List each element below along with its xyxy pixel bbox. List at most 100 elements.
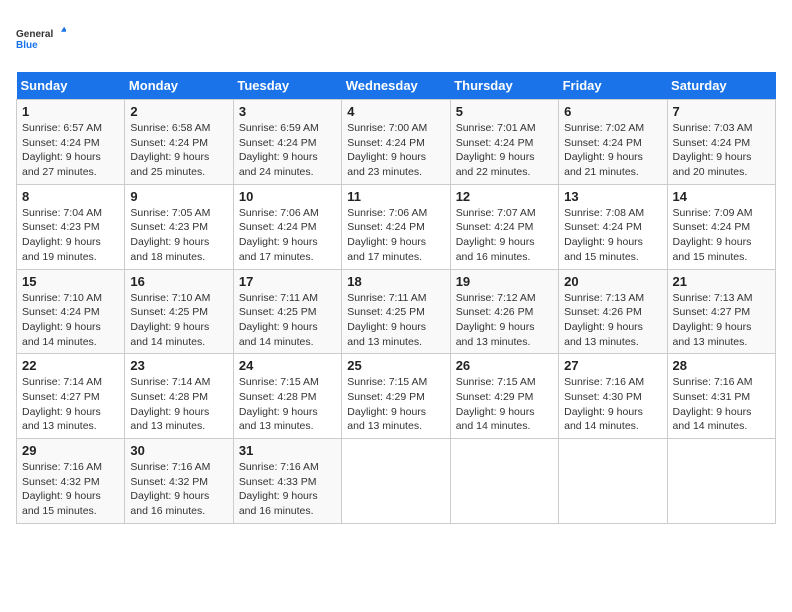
day-header-wednesday: Wednesday: [342, 72, 450, 100]
sunset-text: Sunset: 4:24 PM: [456, 220, 553, 235]
sunset-text: Sunset: 4:24 PM: [564, 136, 661, 151]
daylight-text: Daylight: 9 hours and 16 minutes.: [456, 235, 553, 264]
day-info: Sunrise: 7:06 AM Sunset: 4:24 PM Dayligh…: [347, 206, 444, 265]
sunset-text: Sunset: 4:33 PM: [239, 475, 336, 490]
sunrise-text: Sunrise: 7:06 AM: [239, 206, 336, 221]
svg-text:Blue: Blue: [16, 40, 38, 51]
sunset-text: Sunset: 4:26 PM: [564, 305, 661, 320]
daylight-text: Daylight: 9 hours and 17 minutes.: [347, 235, 444, 264]
day-info: Sunrise: 7:14 AM Sunset: 4:28 PM Dayligh…: [130, 375, 227, 434]
day-number: 27: [564, 358, 661, 373]
day-info: Sunrise: 7:15 AM Sunset: 4:28 PM Dayligh…: [239, 375, 336, 434]
calendar-cell: 28 Sunrise: 7:16 AM Sunset: 4:31 PM Dayl…: [667, 354, 775, 439]
day-number: 16: [130, 274, 227, 289]
daylight-text: Daylight: 9 hours and 19 minutes.: [22, 235, 119, 264]
day-info: Sunrise: 7:03 AM Sunset: 4:24 PM Dayligh…: [673, 121, 770, 180]
sunset-text: Sunset: 4:24 PM: [347, 220, 444, 235]
day-header-tuesday: Tuesday: [233, 72, 341, 100]
calendar-cell: 2 Sunrise: 6:58 AM Sunset: 4:24 PM Dayli…: [125, 100, 233, 185]
sunrise-text: Sunrise: 7:10 AM: [130, 291, 227, 306]
day-info: Sunrise: 6:58 AM Sunset: 4:24 PM Dayligh…: [130, 121, 227, 180]
sunset-text: Sunset: 4:25 PM: [130, 305, 227, 320]
daylight-text: Daylight: 9 hours and 13 minutes.: [130, 405, 227, 434]
calendar-cell: 1 Sunrise: 6:57 AM Sunset: 4:24 PM Dayli…: [17, 100, 125, 185]
sunset-text: Sunset: 4:24 PM: [347, 136, 444, 151]
day-info: Sunrise: 7:16 AM Sunset: 4:33 PM Dayligh…: [239, 460, 336, 519]
sunset-text: Sunset: 4:29 PM: [456, 390, 553, 405]
sunset-text: Sunset: 4:28 PM: [239, 390, 336, 405]
sunset-text: Sunset: 4:24 PM: [22, 136, 119, 151]
day-info: Sunrise: 7:06 AM Sunset: 4:24 PM Dayligh…: [239, 206, 336, 265]
sunset-text: Sunset: 4:32 PM: [130, 475, 227, 490]
sunset-text: Sunset: 4:23 PM: [130, 220, 227, 235]
sunrise-text: Sunrise: 6:58 AM: [130, 121, 227, 136]
calendar-table: SundayMondayTuesdayWednesdayThursdayFrid…: [16, 72, 776, 524]
page-header: General Blue: [16, 16, 776, 60]
day-info: Sunrise: 7:13 AM Sunset: 4:26 PM Dayligh…: [564, 291, 661, 350]
sunrise-text: Sunrise: 7:16 AM: [130, 460, 227, 475]
day-info: Sunrise: 7:00 AM Sunset: 4:24 PM Dayligh…: [347, 121, 444, 180]
daylight-text: Daylight: 9 hours and 16 minutes.: [130, 489, 227, 518]
sunset-text: Sunset: 4:28 PM: [130, 390, 227, 405]
calendar-cell: 25 Sunrise: 7:15 AM Sunset: 4:29 PM Dayl…: [342, 354, 450, 439]
calendar-cell: [342, 439, 450, 524]
day-number: 29: [22, 443, 119, 458]
logo: General Blue: [16, 16, 66, 60]
sunset-text: Sunset: 4:32 PM: [22, 475, 119, 490]
daylight-text: Daylight: 9 hours and 15 minutes.: [673, 235, 770, 264]
calendar-cell: 27 Sunrise: 7:16 AM Sunset: 4:30 PM Dayl…: [559, 354, 667, 439]
day-number: 21: [673, 274, 770, 289]
calendar-cell: 3 Sunrise: 6:59 AM Sunset: 4:24 PM Dayli…: [233, 100, 341, 185]
calendar-cell: 17 Sunrise: 7:11 AM Sunset: 4:25 PM Dayl…: [233, 269, 341, 354]
sunset-text: Sunset: 4:25 PM: [347, 305, 444, 320]
calendar-cell: 24 Sunrise: 7:15 AM Sunset: 4:28 PM Dayl…: [233, 354, 341, 439]
sunrise-text: Sunrise: 7:06 AM: [347, 206, 444, 221]
calendar-cell: 6 Sunrise: 7:02 AM Sunset: 4:24 PM Dayli…: [559, 100, 667, 185]
calendar-cell: 5 Sunrise: 7:01 AM Sunset: 4:24 PM Dayli…: [450, 100, 558, 185]
calendar-week-2: 8 Sunrise: 7:04 AM Sunset: 4:23 PM Dayli…: [17, 184, 776, 269]
calendar-cell: 7 Sunrise: 7:03 AM Sunset: 4:24 PM Dayli…: [667, 100, 775, 185]
calendar-cell: 15 Sunrise: 7:10 AM Sunset: 4:24 PM Dayl…: [17, 269, 125, 354]
day-info: Sunrise: 7:15 AM Sunset: 4:29 PM Dayligh…: [347, 375, 444, 434]
sunset-text: Sunset: 4:27 PM: [22, 390, 119, 405]
sunset-text: Sunset: 4:26 PM: [456, 305, 553, 320]
day-header-saturday: Saturday: [667, 72, 775, 100]
calendar-cell: 11 Sunrise: 7:06 AM Sunset: 4:24 PM Dayl…: [342, 184, 450, 269]
daylight-text: Daylight: 9 hours and 13 minutes.: [456, 320, 553, 349]
calendar-cell: [667, 439, 775, 524]
sunset-text: Sunset: 4:29 PM: [347, 390, 444, 405]
sunset-text: Sunset: 4:24 PM: [239, 136, 336, 151]
day-number: 20: [564, 274, 661, 289]
daylight-text: Daylight: 9 hours and 14 minutes.: [22, 320, 119, 349]
day-info: Sunrise: 7:15 AM Sunset: 4:29 PM Dayligh…: [456, 375, 553, 434]
daylight-text: Daylight: 9 hours and 13 minutes.: [347, 405, 444, 434]
calendar-cell: 8 Sunrise: 7:04 AM Sunset: 4:23 PM Dayli…: [17, 184, 125, 269]
daylight-text: Daylight: 9 hours and 15 minutes.: [564, 235, 661, 264]
sunrise-text: Sunrise: 6:57 AM: [22, 121, 119, 136]
day-number: 4: [347, 104, 444, 119]
sunset-text: Sunset: 4:24 PM: [22, 305, 119, 320]
sunrise-text: Sunrise: 7:16 AM: [564, 375, 661, 390]
sunrise-text: Sunrise: 7:15 AM: [347, 375, 444, 390]
sunset-text: Sunset: 4:31 PM: [673, 390, 770, 405]
daylight-text: Daylight: 9 hours and 20 minutes.: [673, 150, 770, 179]
day-number: 24: [239, 358, 336, 373]
day-info: Sunrise: 7:16 AM Sunset: 4:30 PM Dayligh…: [564, 375, 661, 434]
calendar-cell: 26 Sunrise: 7:15 AM Sunset: 4:29 PM Dayl…: [450, 354, 558, 439]
daylight-text: Daylight: 9 hours and 13 minutes.: [239, 405, 336, 434]
day-info: Sunrise: 7:02 AM Sunset: 4:24 PM Dayligh…: [564, 121, 661, 180]
day-number: 1: [22, 104, 119, 119]
daylight-text: Daylight: 9 hours and 18 minutes.: [130, 235, 227, 264]
day-number: 13: [564, 189, 661, 204]
calendar-cell: 22 Sunrise: 7:14 AM Sunset: 4:27 PM Dayl…: [17, 354, 125, 439]
day-info: Sunrise: 7:11 AM Sunset: 4:25 PM Dayligh…: [347, 291, 444, 350]
daylight-text: Daylight: 9 hours and 21 minutes.: [564, 150, 661, 179]
sunset-text: Sunset: 4:24 PM: [239, 220, 336, 235]
daylight-text: Daylight: 9 hours and 24 minutes.: [239, 150, 336, 179]
sunset-text: Sunset: 4:24 PM: [564, 220, 661, 235]
day-info: Sunrise: 7:16 AM Sunset: 4:32 PM Dayligh…: [130, 460, 227, 519]
svg-text:General: General: [16, 29, 53, 40]
calendar-cell: 19 Sunrise: 7:12 AM Sunset: 4:26 PM Dayl…: [450, 269, 558, 354]
day-header-sunday: Sunday: [17, 72, 125, 100]
calendar-cell: 12 Sunrise: 7:07 AM Sunset: 4:24 PM Dayl…: [450, 184, 558, 269]
